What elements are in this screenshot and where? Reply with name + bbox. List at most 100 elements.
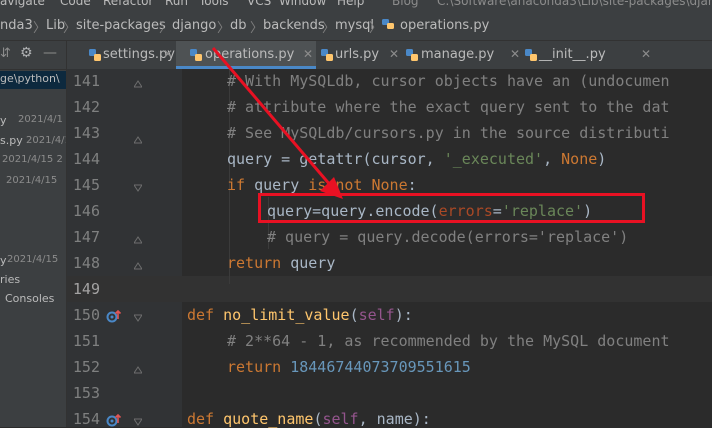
highlight-box bbox=[258, 193, 645, 223]
line-number: 145 bbox=[72, 176, 100, 194]
project-path[interactable]: ge\python\ bbox=[0, 72, 60, 85]
line-number: 151 bbox=[72, 332, 100, 350]
fold-start-icon[interactable] bbox=[134, 314, 142, 322]
code-line[interactable]: # See MySQLdb/cursors.py in the source d… bbox=[227, 124, 670, 142]
fold-end-icon[interactable] bbox=[134, 262, 142, 270]
python-file-icon bbox=[382, 19, 394, 29]
code-line[interactable]: def no_limit_value(self): bbox=[187, 306, 413, 324]
project-item-date: 2021/4/1 bbox=[18, 114, 63, 125]
tab-label: operations.py bbox=[205, 47, 295, 62]
project-item-date: 2021/4/15 bbox=[7, 254, 59, 265]
code-line[interactable]: return query bbox=[227, 254, 335, 272]
chevron-right-icon: 〉 bbox=[63, 21, 77, 36]
menu-run[interactable]: Run bbox=[165, 0, 188, 8]
line-number-current: 149 bbox=[72, 280, 100, 298]
menu-window[interactable]: Window bbox=[279, 0, 326, 8]
override-method-icon[interactable] bbox=[106, 412, 122, 428]
line-number: 146 bbox=[72, 202, 100, 220]
chevron-right-icon: 〉 bbox=[369, 21, 383, 36]
consoles-label[interactable]: Consoles bbox=[5, 292, 54, 305]
line-number: 148 bbox=[72, 254, 100, 272]
breadcrumb-item[interactable]: django bbox=[172, 18, 216, 33]
python-file-icon bbox=[406, 49, 418, 61]
code-line[interactable]: # query = query.decode(errors='replace') bbox=[267, 228, 628, 246]
minimize-icon[interactable]: — bbox=[43, 45, 57, 61]
breadcrumb-item[interactable]: site-packages bbox=[76, 18, 166, 33]
code-line[interactable]: if query is not None: bbox=[227, 176, 417, 194]
window-title-project: Blog bbox=[392, 0, 419, 8]
project-item-date: 2021/4/1 bbox=[26, 135, 66, 146]
fold-start-icon[interactable] bbox=[134, 184, 142, 192]
python-file-icon bbox=[525, 49, 537, 61]
breadcrumb-item[interactable]: db bbox=[230, 18, 247, 33]
line-number: 150 bbox=[72, 306, 100, 324]
code-line[interactable]: # 2**64 - 1, as recommended by the MySQL… bbox=[227, 332, 670, 350]
project-item-date: 2021/4/15 bbox=[6, 175, 58, 186]
fold-end-icon[interactable] bbox=[134, 80, 142, 88]
tab-label: manage.py bbox=[421, 47, 495, 62]
fold-end-icon[interactable] bbox=[134, 236, 142, 244]
menu-navigate[interactable]: avigate bbox=[0, 0, 45, 8]
close-icon[interactable]: ✕ bbox=[641, 47, 651, 61]
close-icon[interactable]: ✕ bbox=[303, 47, 313, 61]
breadcrumb-item[interactable]: nda3 bbox=[0, 18, 33, 33]
code-line[interactable]: query = getattr(cursor, '_executed', Non… bbox=[227, 150, 606, 168]
code-line[interactable]: def quote_name(self, name): bbox=[187, 410, 431, 428]
chevron-right-icon: 〉 bbox=[322, 21, 336, 36]
chevron-right-icon: 〉 bbox=[33, 21, 47, 36]
line-number: 144 bbox=[72, 150, 100, 168]
menu-tools[interactable]: Tools bbox=[199, 0, 229, 8]
fold-end-icon[interactable] bbox=[134, 366, 142, 374]
scratches-label[interactable]: ries bbox=[0, 273, 20, 286]
project-item-label[interactable]: y bbox=[0, 114, 7, 127]
chevron-right-icon: 〉 bbox=[250, 21, 264, 36]
tab-label: __init__.py bbox=[539, 47, 606, 62]
project-toolbar: ⇵ ⚙ — bbox=[0, 41, 66, 70]
tab-label: urls.py bbox=[335, 47, 380, 62]
line-number: 152 bbox=[72, 358, 100, 376]
chevron-right-icon: 〉 bbox=[159, 21, 173, 36]
override-method-icon[interactable] bbox=[106, 308, 122, 324]
editor-tab-bar: settings.py ✕ operations.py ✕ urls.py ✕ … bbox=[67, 41, 712, 70]
menu-bar: avigate Code Refactor Run Tools VCS Wind… bbox=[0, 0, 712, 12]
code-line[interactable]: # With MySQLdb, cursor objects have an (… bbox=[227, 72, 670, 90]
close-icon[interactable]: ✕ bbox=[510, 47, 520, 61]
chevron-right-icon: 〉 bbox=[217, 21, 231, 36]
breadcrumb: nda3 〉 Lib 〉 site-packages 〉 django 〉 db… bbox=[0, 12, 712, 41]
line-number: 154 bbox=[72, 410, 100, 428]
tab-manage[interactable]: manage.py ✕ bbox=[404, 41, 524, 69]
tab-operations[interactable]: operations.py ✕ bbox=[176, 41, 316, 69]
python-file-icon bbox=[190, 49, 202, 61]
menu-code[interactable]: Code bbox=[60, 0, 91, 8]
line-number: 147 bbox=[72, 228, 100, 246]
close-icon[interactable]: ✕ bbox=[389, 47, 399, 61]
window-title-path: C:\Software\anaconda3\Lib\site-packages\… bbox=[437, 0, 712, 8]
collapse-all-icon[interactable]: ⇵ bbox=[0, 46, 11, 61]
code-line[interactable]: return 18446744073709551615 bbox=[227, 358, 471, 376]
fold-end-icon[interactable] bbox=[134, 136, 142, 144]
line-number: 153 bbox=[72, 384, 100, 402]
breadcrumb-file-label: operations.py bbox=[400, 18, 490, 33]
project-item-label[interactable]: y bbox=[0, 254, 7, 267]
breadcrumb-item[interactable]: backends bbox=[263, 18, 325, 33]
menu-help[interactable]: Help bbox=[337, 0, 364, 8]
line-number: 143 bbox=[72, 124, 100, 142]
menu-refactor[interactable]: Refactor bbox=[103, 0, 153, 8]
close-icon[interactable]: ✕ bbox=[163, 47, 173, 61]
breadcrumb-file[interactable]: operations.py bbox=[382, 18, 489, 33]
tab-urls[interactable]: urls.py ✕ bbox=[317, 41, 403, 69]
line-number: 141 bbox=[72, 72, 100, 90]
python-file-icon bbox=[89, 49, 101, 61]
code-line[interactable]: # attribute where the exact query sent t… bbox=[227, 98, 670, 116]
tab-init[interactable]: __init__.py ✕ bbox=[525, 41, 655, 69]
menu-vcs[interactable]: VCS bbox=[247, 0, 271, 8]
fold-start-icon[interactable] bbox=[134, 418, 142, 426]
project-item-label[interactable]: s.py bbox=[0, 134, 23, 147]
gear-icon[interactable]: ⚙ bbox=[20, 45, 33, 61]
python-file-icon bbox=[321, 49, 333, 61]
current-line-highlight bbox=[67, 276, 712, 302]
project-item-date: 2021/4/15 2 bbox=[2, 154, 63, 165]
project-panel: ge\python\ y 2021/4/1 s.py 2021/4/1 2021… bbox=[0, 41, 66, 427]
tab-settings[interactable]: settings.py ✕ bbox=[69, 41, 175, 69]
line-number: 142 bbox=[72, 98, 100, 116]
